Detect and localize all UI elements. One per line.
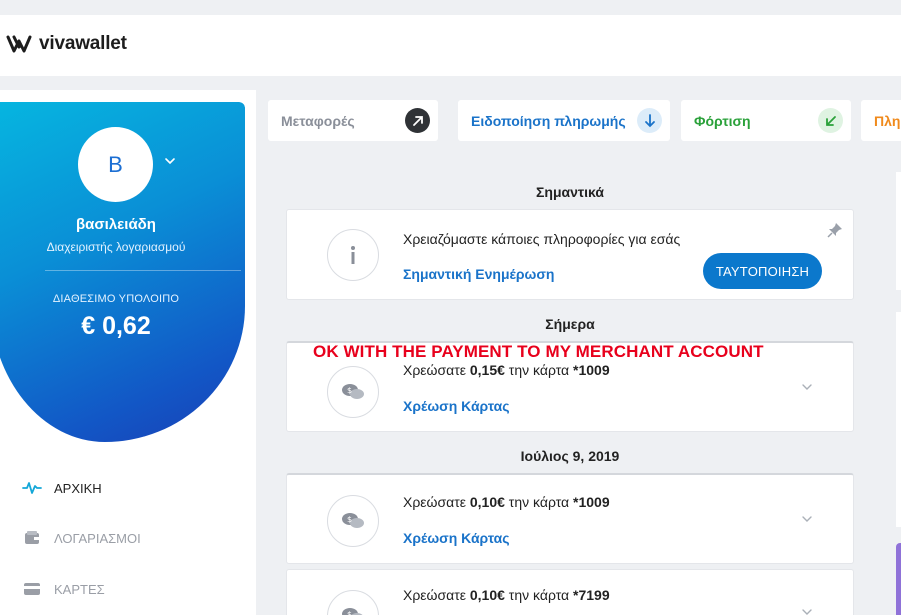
pulse-icon [22,478,42,498]
sidebar: B βασιλειάδη Διαχειριστής λογαριασμού ΔΙ… [0,90,256,615]
vivawallet-logo-icon [6,35,32,53]
payment-notification-label: Ειδοποίηση πληρωμής [471,112,626,129]
sidebar-item-cards[interactable]: ΚΑΡΤΕΣ [22,579,105,599]
top-up-button[interactable]: Φόρτιση [681,100,851,141]
payment-notification-button[interactable]: Ειδοποίηση πληρωμής [458,100,670,141]
user-role: Διαχειριστής λογαριασμού [46,240,186,254]
top-bar: vivawallet [0,15,901,76]
sidebar-item-label: ΚΑΡΤΕΣ [54,581,105,597]
payments-button[interactable]: Πλη [861,100,901,141]
profile-card: B βασιλειάδη Διαχειριστής λογαριασμού ΔΙ… [0,102,245,442]
wallet-icon [22,528,42,548]
logo-text: vivawallet [39,33,127,54]
chevron-down-icon[interactable] [163,154,177,168]
transaction-card[interactable]: $ Χρεώσατε 0,10€ την κάρτα *7199 [286,569,854,615]
transaction-description: Χρεώσατε 0,15€ την κάρτα *1009 [403,362,610,378]
chevron-down-icon[interactable] [801,513,813,525]
top-up-label: Φόρτιση [694,112,751,129]
payments-label: Πλη [874,112,901,129]
transfers-button[interactable]: Μεταφορές [268,100,438,141]
sidebar-item-label: ΑΡΧΙΚΗ [54,480,102,496]
transaction-type-link[interactable]: Χρέωση Κάρτας [403,398,510,414]
annotation-text: OK WITH THE PAYMENT TO MY MERCHANT ACCOU… [313,342,764,361]
sidebar-item-home[interactable]: ΑΡΧΙΚΗ [22,478,102,498]
arrow-down-icon [637,108,662,133]
svg-text:$: $ [347,515,352,524]
important-card[interactable]: Χρειαζόμαστε κάποιες πληροφορίες για εσά… [286,209,854,300]
arrow-down-left-icon [818,108,843,133]
chat-money-icon: $ [327,366,379,418]
profile-divider [45,270,241,271]
transaction-type-link[interactable]: Χρέωση Κάρτας [403,530,510,546]
section-title-important: Σημαντικά [536,184,604,200]
card-icon [22,579,42,599]
transaction-description: Χρεώσατε 0,10€ την κάρτα *1009 [403,494,610,510]
transfers-label: Μεταφορές [281,112,355,129]
balance-value: € 0,62 [81,312,151,340]
important-message: Χρειαζόμαστε κάποιες πληροφορίες για εσά… [403,231,681,247]
vivawallet-logo[interactable]: vivawallet [6,33,127,55]
svg-text:$: $ [347,610,352,615]
important-update-link[interactable]: Σημαντική Ενημέρωση [403,266,554,282]
sidebar-item-accounts[interactable]: ΛΟΓΑΡΙΑΣΜΟΙ [22,528,141,548]
chat-money-icon: $ [327,590,379,615]
arrow-up-right-icon [405,108,430,133]
right-panel [896,312,901,527]
avatar[interactable]: B [78,127,153,202]
transaction-description: Χρεώσατε 0,10€ την κάρτα *7199 [403,587,610,603]
right-panel [896,172,901,290]
right-panel-accent [896,543,901,615]
chat-money-icon: $ [327,495,379,547]
chevron-down-icon[interactable] [801,381,813,393]
info-icon [327,229,379,281]
balance-label: ΔΙΑΘΕΣΙΜΟ ΥΠΟΛΟΙΠΟ [52,293,180,305]
section-title-today: Σήμερα [545,316,595,332]
verify-identity-button[interactable]: ΤΑΥΤΟΠΟΙΗΣΗ [703,253,822,289]
svg-text:$: $ [347,386,352,395]
chevron-down-icon[interactable] [801,606,813,615]
transaction-card[interactable]: $ Χρεώσατε 0,10€ την κάρτα *1009 Χρέωση … [286,473,854,564]
sidebar-item-label: ΛΟΓΑΡΙΑΣΜΟΙ [54,530,141,546]
section-title-date: Ιούλιος 9, 2019 [520,448,620,464]
user-name: βασιλειάδη [76,216,156,233]
pin-icon[interactable] [827,222,843,238]
